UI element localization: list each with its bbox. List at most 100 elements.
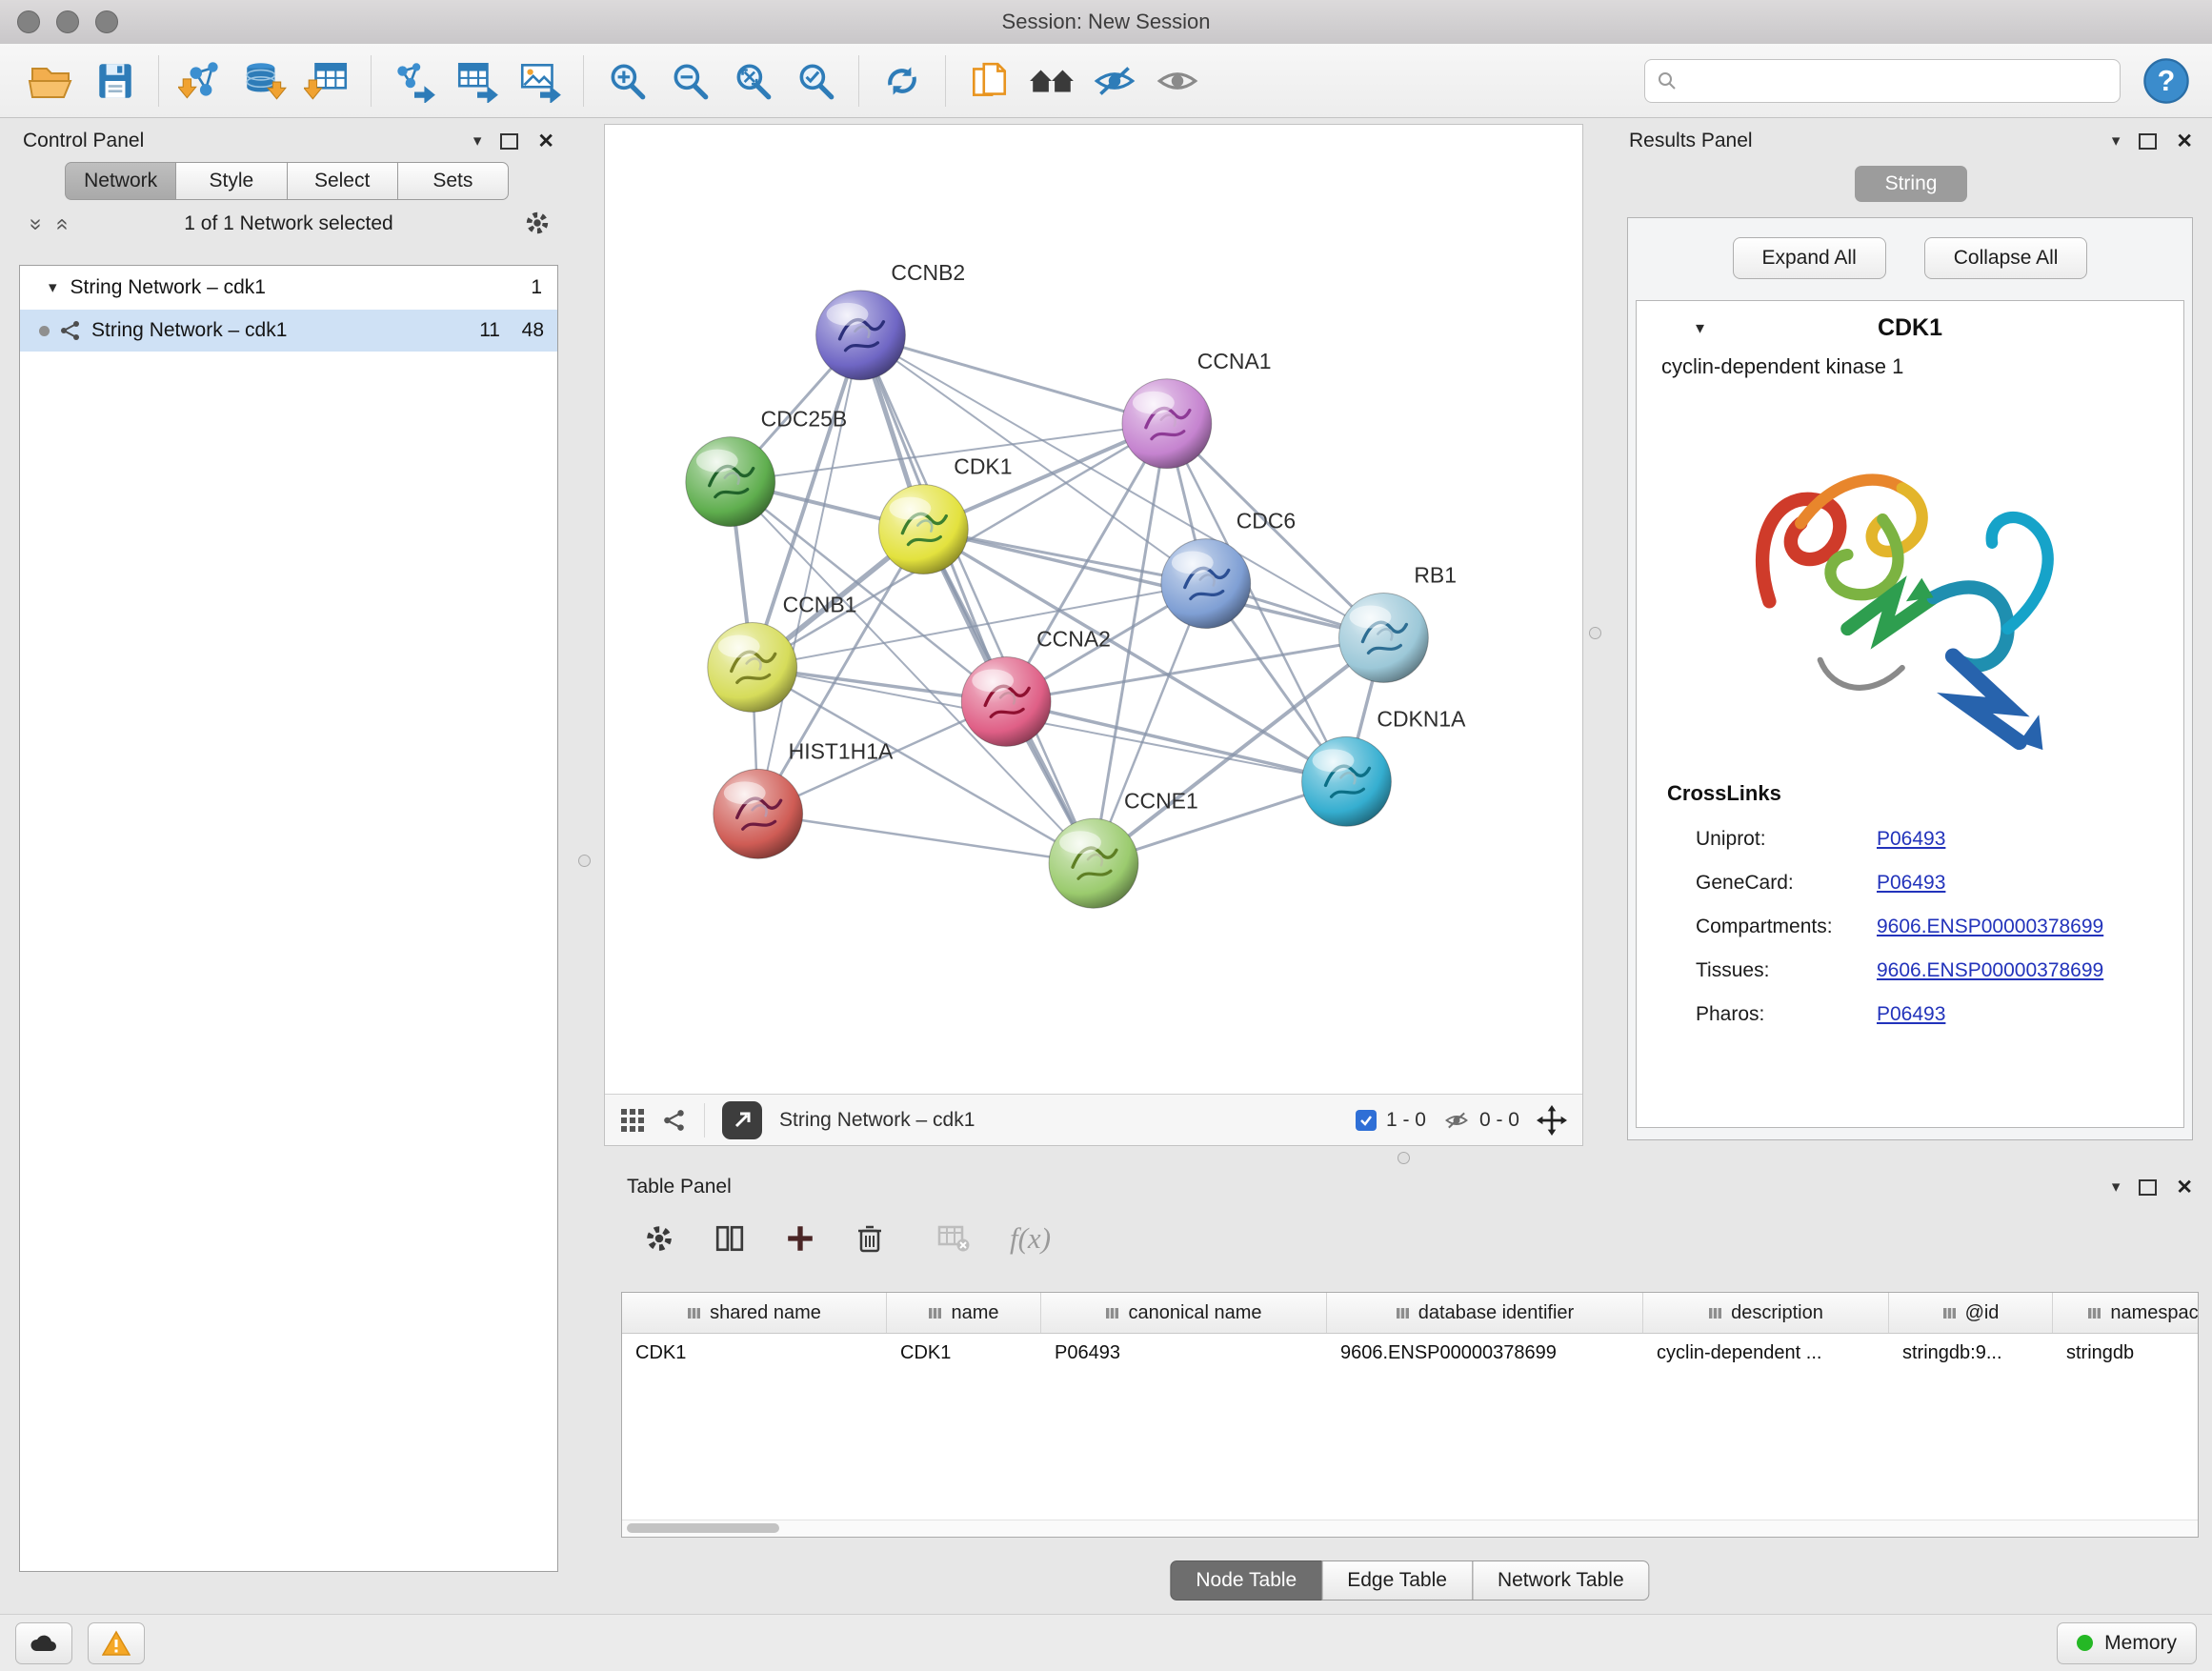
float-panel-icon[interactable] (2139, 1179, 2157, 1196)
zoom-in-button[interactable] (595, 50, 658, 111)
network-options-gear-icon[interactable] (524, 210, 551, 236)
table-settings-gear-icon[interactable] (644, 1223, 674, 1254)
welcome-screen-button[interactable] (1020, 50, 1083, 111)
node-CDK1[interactable]: CDK1 (878, 454, 1012, 574)
column-header-database-identifier[interactable]: database identifier (1327, 1293, 1643, 1333)
table-row[interactable]: CDK1CDK1P064939606.ENSP00000378699cyclin… (622, 1334, 2198, 1372)
open-session-button[interactable] (21, 50, 84, 111)
network-canvas[interactable]: CCNB2CCNA1CDC25BCDK1CDC6RB1CCNB1CCNA2CDK… (605, 125, 1582, 1094)
close-panel-icon[interactable]: ✕ (2176, 130, 2193, 153)
close-panel-icon[interactable]: ✕ (537, 130, 554, 153)
fit-selected-crosshair-icon[interactable] (1537, 1105, 1567, 1136)
crosslink-value[interactable]: 9606.ENSP00000378699 (1877, 916, 2103, 938)
node-CDC6[interactable]: CDC6 (1161, 509, 1296, 629)
tab-string[interactable]: String (1855, 166, 1967, 202)
splitter-grip[interactable] (578, 855, 591, 867)
splitter-grip[interactable] (1589, 627, 1601, 639)
export-network-button[interactable] (383, 50, 446, 111)
hidden-eye-slash-icon[interactable] (1443, 1108, 1470, 1133)
search-input[interactable] (1685, 69, 2108, 92)
refresh-button[interactable] (871, 50, 934, 111)
node-CDKN1A[interactable]: CDKN1A (1302, 706, 1467, 826)
column-header-canonical-name[interactable]: canonical name (1041, 1293, 1327, 1333)
warnings-button[interactable] (88, 1622, 145, 1664)
show-all-button[interactable] (1146, 50, 1209, 111)
control-panel-title: Control Panel (23, 130, 144, 152)
zoom-window-button[interactable] (95, 10, 118, 33)
add-column-plus-icon[interactable] (785, 1223, 815, 1254)
snapshot-button[interactable] (957, 50, 1020, 111)
collapse-section-icon[interactable]: ▾ (1696, 318, 1704, 338)
collapse-all-button[interactable]: Collapse All (1924, 237, 2088, 279)
export-table-button[interactable] (446, 50, 509, 111)
crosslink-value[interactable]: P06493 (1877, 1003, 1945, 1026)
zoom-out-button[interactable] (658, 50, 721, 111)
collection-count: 1 (531, 276, 542, 299)
panel-menu-icon[interactable]: ▾ (473, 131, 482, 151)
birdseye-grid-icon[interactable] (620, 1108, 645, 1133)
protein-section-header[interactable]: ▾ CDK1 (1637, 301, 2183, 354)
selection-checkbox[interactable] (1356, 1110, 1377, 1131)
show-columns-icon[interactable] (714, 1223, 745, 1254)
node-RB1[interactable]: RB1 (1338, 563, 1456, 683)
edge-CCNB2-RB1[interactable] (860, 335, 1383, 638)
crosslink-value[interactable]: P06493 (1877, 828, 1945, 851)
node-CCNA1[interactable]: CCNA1 (1122, 349, 1272, 469)
node-CCNB2[interactable]: CCNB2 (816, 260, 966, 380)
column-header-description[interactable]: description (1643, 1293, 1889, 1333)
collection-expand-icon[interactable]: ▾ (49, 278, 57, 297)
close-panel-icon[interactable]: ✕ (2176, 1176, 2193, 1199)
import-network-file-button[interactable] (171, 50, 233, 111)
tab-edge-table[interactable]: Edge Table (1321, 1560, 1473, 1601)
splitter-grip[interactable] (1398, 1152, 1410, 1164)
network-collection-row[interactable]: ▾ String Network – cdk1 1 (20, 266, 557, 310)
cloud-status-button[interactable] (15, 1622, 72, 1664)
expand-all-icon[interactable]: » (24, 218, 50, 231)
expand-all-button[interactable]: Expand All (1733, 237, 1886, 279)
tab-select[interactable]: Select (287, 162, 398, 200)
scrollbar-thumb[interactable] (627, 1523, 779, 1533)
node-CCNE1[interactable]: CCNE1 (1049, 788, 1198, 908)
tab-sets[interactable]: Sets (397, 162, 509, 200)
crosslink-value[interactable]: 9606.ENSP00000378699 (1877, 959, 2103, 982)
save-session-button[interactable] (84, 50, 147, 111)
float-panel-icon[interactable] (2139, 133, 2157, 150)
export-image-button[interactable] (509, 50, 572, 111)
column-header--id[interactable]: @id (1889, 1293, 2053, 1333)
column-header-namespac[interactable]: namespac (2053, 1293, 2199, 1333)
help-button[interactable]: ? (2142, 56, 2191, 106)
network-row-selected[interactable]: String Network – cdk1 11 48 (20, 310, 557, 352)
collapse-all-icon[interactable]: » (48, 218, 73, 231)
edge-CCNB2-CCNA1[interactable] (860, 335, 1166, 424)
network-share-icon[interactable] (662, 1108, 687, 1133)
delete-column-trash-icon[interactable] (855, 1223, 884, 1254)
edge-HIST1H1A-CCNE1[interactable] (758, 814, 1094, 863)
tab-style[interactable]: Style (175, 162, 287, 200)
search-box[interactable] (1644, 59, 2121, 103)
minimize-window-button[interactable] (56, 10, 79, 33)
column-header-name[interactable]: name (887, 1293, 1041, 1333)
float-panel-icon[interactable] (500, 133, 518, 150)
crosslink-value[interactable]: P06493 (1877, 872, 1945, 895)
zoom-fit-button[interactable] (721, 50, 784, 111)
node-label: CCNA2 (1036, 626, 1111, 651)
edge-CCNA2-CDKN1A[interactable] (1006, 701, 1346, 781)
node-HIST1H1A[interactable]: HIST1H1A (714, 738, 894, 858)
edge-CCNB2-CCNE1[interactable] (860, 335, 1094, 863)
column-header-shared-name[interactable]: shared name (622, 1293, 887, 1333)
zoom-selected-button[interactable] (784, 50, 847, 111)
panel-menu-icon[interactable]: ▾ (2112, 131, 2121, 151)
hide-selected-button[interactable] (1083, 50, 1146, 111)
close-window-button[interactable] (17, 10, 40, 33)
import-table-button[interactable] (296, 50, 359, 111)
tab-node-table[interactable]: Node Table (1170, 1560, 1322, 1601)
horizontal-scrollbar[interactable] (622, 1520, 2198, 1537)
zoom-selected-icon (794, 59, 837, 103)
panel-menu-icon[interactable]: ▾ (2112, 1178, 2121, 1197)
import-network-database-button[interactable] (233, 50, 296, 111)
tab-network[interactable]: Network (65, 162, 176, 200)
network-edge-count: 48 (500, 319, 544, 342)
memory-button[interactable]: Memory (2057, 1622, 2197, 1664)
export-view-button[interactable] (722, 1101, 762, 1139)
tab-network-table[interactable]: Network Table (1472, 1560, 1650, 1601)
